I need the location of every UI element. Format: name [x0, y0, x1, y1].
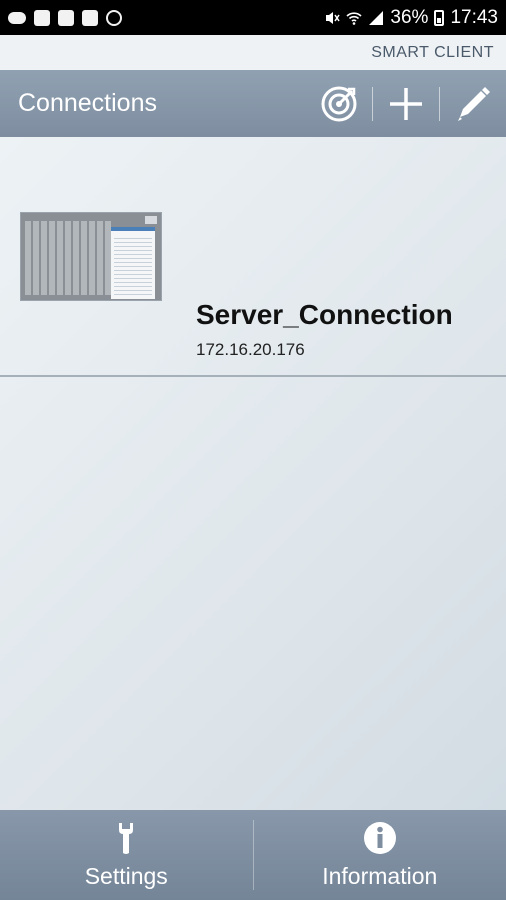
edit-icon	[458, 86, 490, 121]
phone-icon	[58, 9, 74, 26]
circle-app-icon	[106, 9, 122, 26]
wifi-icon	[346, 11, 362, 25]
information-label: Information	[322, 862, 438, 889]
add-icon	[390, 87, 422, 120]
settings-label: Settings	[84, 862, 168, 889]
target-icon	[321, 86, 357, 121]
bottom-bar: Settings Information	[0, 810, 506, 900]
target-button[interactable]	[306, 70, 372, 137]
brand-bar: SMART CLIENT	[0, 35, 506, 70]
thumbnail-grid	[25, 221, 113, 295]
settings-button[interactable]: Settings	[0, 810, 253, 900]
status-bar: 36% 17:43	[0, 0, 506, 35]
thumbnail-badge	[145, 216, 157, 224]
system-status: 36% 17:43	[324, 7, 498, 29]
connection-name: Server_Connection	[196, 299, 453, 330]
connection-thumbnail	[20, 212, 162, 301]
edit-button[interactable]	[440, 70, 506, 137]
action-icons	[306, 70, 506, 137]
clock: 17:43	[450, 6, 498, 28]
cloud-icon	[8, 11, 26, 24]
list-divider	[0, 375, 506, 377]
connection-ip: 172.16.20.176	[196, 340, 305, 359]
page-title: Connections	[18, 89, 157, 117]
s-app-icon	[82, 9, 98, 26]
notification-icons	[8, 9, 122, 26]
battery-icon	[434, 9, 445, 26]
info-icon	[363, 821, 396, 854]
brand-label: SMART CLIENT	[371, 43, 494, 61]
thumbnail-panel	[111, 227, 155, 299]
wrench-icon	[119, 822, 134, 854]
signal-icon	[369, 10, 384, 25]
add-connection-button[interactable]	[373, 70, 439, 137]
connections-list: Server_Connection 172.16.20.176	[0, 137, 506, 810]
image-icon	[34, 9, 50, 26]
connection-item[interactable]: Server_Connection 172.16.20.176	[0, 137, 506, 377]
information-button[interactable]: Information	[254, 810, 506, 900]
battery-percent: 36%	[390, 6, 429, 28]
mute-icon	[326, 11, 341, 24]
action-bar: Connections	[0, 70, 506, 137]
